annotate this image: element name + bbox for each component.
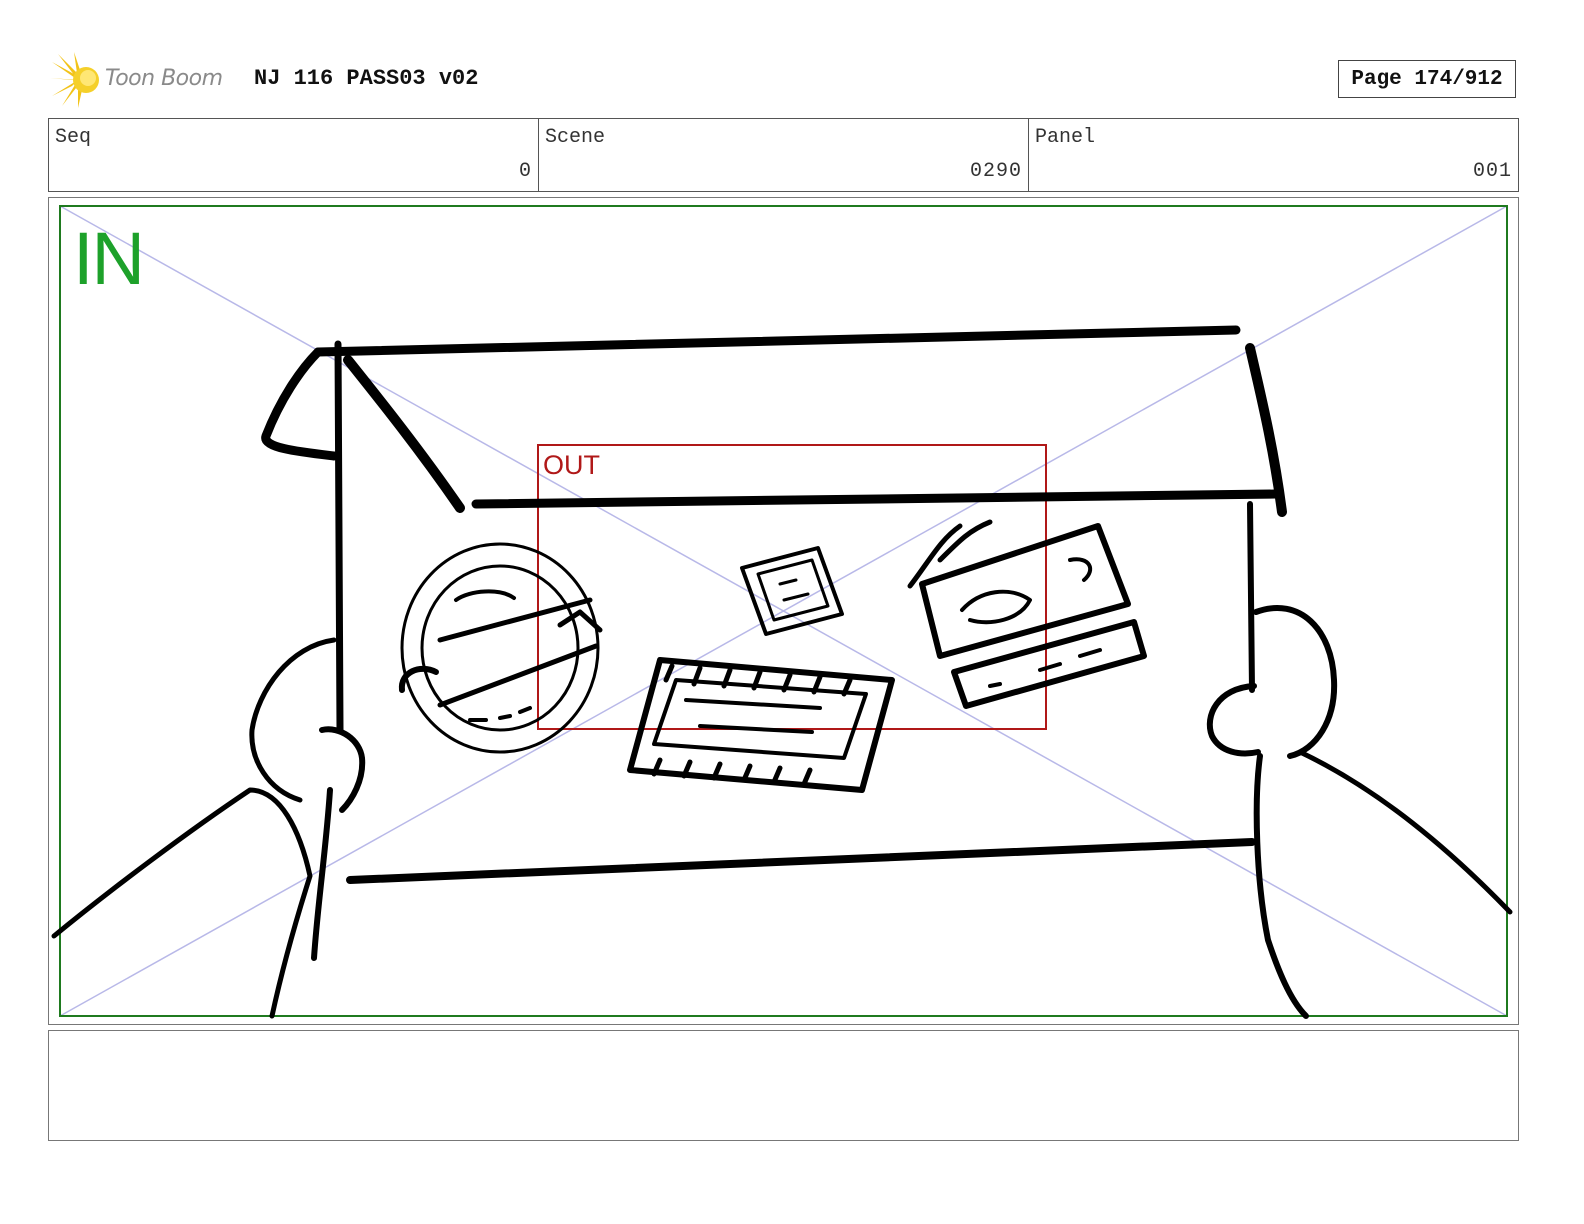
round-stamp-sketch (398, 542, 603, 754)
ticket-stamp-sketch (907, 519, 1147, 709)
box-right-flap (1245, 343, 1287, 517)
out-label: OUT (543, 450, 600, 480)
right-arm-inner-line (1253, 753, 1309, 1019)
box-lid-top-edge (313, 325, 1241, 357)
striped-stamp-sketch (627, 657, 895, 793)
box-bottom-edge (346, 838, 1256, 884)
right-finger-outline (1206, 683, 1261, 757)
right-arm-sleeve (1297, 749, 1513, 915)
box-inner-edge (471, 489, 1281, 509)
square-stamp-sketch (740, 546, 844, 636)
box-left-flap (261, 347, 339, 461)
notes-box (48, 1030, 1519, 1141)
left-arm-sleeve (51, 787, 313, 1019)
box-left-flap-fold (343, 355, 465, 513)
box-right-side (1247, 501, 1255, 693)
out-frame (537, 444, 1047, 730)
in-label: IN (73, 217, 145, 300)
left-thumb-outline (249, 637, 337, 803)
right-thumb-outline (1253, 605, 1338, 759)
box-left-side (334, 340, 344, 734)
left-arm-inner-line (311, 787, 333, 961)
